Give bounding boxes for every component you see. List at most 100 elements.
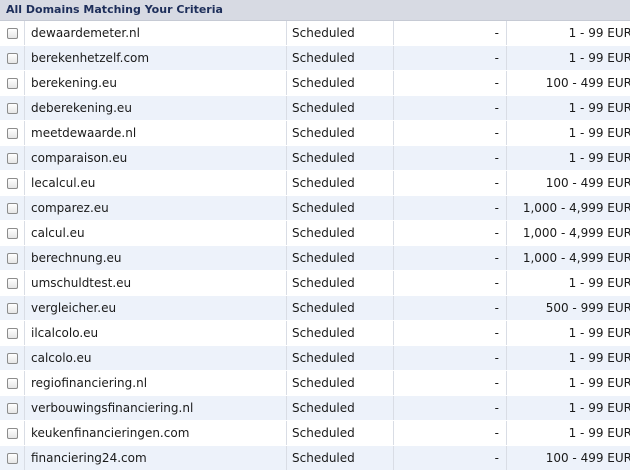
status-text: Scheduled	[286, 420, 394, 446]
empty-value: -	[393, 445, 507, 471]
row-checkbox-cell[interactable]	[0, 445, 25, 471]
empty-value: -	[393, 21, 507, 46]
domain-name: calcolo.eu	[24, 345, 287, 371]
table-row: verbouwingsfinanciering.nl Scheduled -1 - …	[0, 395, 630, 421]
row-checkbox[interactable]	[6, 78, 18, 89]
row-checkbox-cell[interactable]	[0, 420, 25, 446]
price-range: 1 - 99 EUR	[506, 270, 630, 296]
row-checkbox[interactable]	[6, 178, 18, 189]
row-checkbox[interactable]	[6, 453, 18, 464]
table-row: financiering24.com Scheduled -100 - 499 EU…	[0, 445, 630, 471]
price-range: 1 - 99 EUR	[506, 145, 630, 171]
price-range: 1,000 - 4,999 EUR	[506, 245, 630, 271]
price-range: 1 - 99 EUR	[506, 45, 630, 71]
row-checkbox[interactable]	[6, 203, 18, 214]
row-checkbox-cell[interactable]	[0, 270, 25, 296]
domains-panel: All Domains Matching Your Criteria dewaa…	[0, 0, 630, 471]
row-checkbox-cell[interactable]	[0, 295, 25, 321]
row-checkbox[interactable]	[6, 153, 18, 164]
status-text: Scheduled	[286, 220, 394, 246]
status-text: Scheduled	[286, 395, 394, 421]
table-row: regiofinanciering.nl Scheduled -1 - 99 EUR	[0, 370, 630, 396]
table-row: berekening.eu Scheduled -100 - 499 EUR	[0, 70, 630, 96]
row-checkbox-cell[interactable]	[0, 220, 25, 246]
status-text: Scheduled	[286, 345, 394, 371]
status-text: Scheduled	[286, 21, 394, 46]
empty-value: -	[393, 395, 507, 421]
row-checkbox-cell[interactable]	[0, 45, 25, 71]
status-text: Scheduled	[286, 270, 394, 296]
empty-value: -	[393, 170, 507, 196]
domain-name: berekenhetzelf.com	[24, 45, 287, 71]
empty-value: -	[393, 120, 507, 146]
empty-value: -	[393, 245, 507, 271]
row-checkbox[interactable]	[6, 403, 18, 414]
table-row: meetdewaarde.nl Scheduled -1 - 99 EUR	[0, 120, 630, 146]
price-range: 1,000 - 4,999 EUR	[506, 195, 630, 221]
panel-title: All Domains Matching Your Criteria	[0, 0, 630, 21]
status-text: Scheduled	[286, 120, 394, 146]
row-checkbox-cell[interactable]	[0, 395, 25, 421]
price-range: 1 - 99 EUR	[506, 345, 630, 371]
row-checkbox[interactable]	[6, 53, 18, 64]
status-text: Scheduled	[286, 70, 394, 96]
empty-value: -	[393, 270, 507, 296]
table-row: lecalcul.eu Scheduled -100 - 499 EUR	[0, 170, 630, 196]
domain-name: vergleicher.eu	[24, 295, 287, 321]
row-checkbox[interactable]	[6, 278, 18, 289]
row-checkbox-cell[interactable]	[0, 70, 25, 96]
row-checkbox-cell[interactable]	[0, 95, 25, 121]
price-range: 1,000 - 4,999 EUR	[506, 220, 630, 246]
domain-name: keukenfinancieringen.com	[24, 420, 287, 446]
row-checkbox-cell[interactable]	[0, 120, 25, 146]
domain-name: berechnung.eu	[24, 245, 287, 271]
status-text: Scheduled	[286, 245, 394, 271]
row-checkbox[interactable]	[6, 378, 18, 389]
row-checkbox[interactable]	[6, 103, 18, 114]
table-row: berekenhetzelf.com Scheduled -1 - 99 EUR	[0, 45, 630, 71]
domain-name: deberekening.eu	[24, 95, 287, 121]
empty-value: -	[393, 370, 507, 396]
table-row: berechnung.eu Scheduled -1,000 - 4,999 EUR	[0, 245, 630, 271]
table-row: calcul.eu Scheduled -1,000 - 4,999 EUR	[0, 220, 630, 246]
empty-value: -	[393, 195, 507, 221]
domain-name: calcul.eu	[24, 220, 287, 246]
table-row: calcolo.eu Scheduled -1 - 99 EUR	[0, 345, 630, 371]
row-checkbox-cell[interactable]	[0, 170, 25, 196]
price-range: 500 - 999 EUR	[506, 295, 630, 321]
status-text: Scheduled	[286, 295, 394, 321]
row-checkbox[interactable]	[6, 228, 18, 239]
domain-name: regiofinanciering.nl	[24, 370, 287, 396]
row-checkbox-cell[interactable]	[0, 21, 25, 46]
row-checkbox-cell[interactable]	[0, 145, 25, 171]
empty-value: -	[393, 45, 507, 71]
table-row: comparaison.eu Scheduled -1 - 99 EUR	[0, 145, 630, 171]
table-row: umschuldtest.eu Scheduled -1 - 99 EUR	[0, 270, 630, 296]
row-checkbox-cell[interactable]	[0, 370, 25, 396]
domain-name: dewaardemeter.nl	[24, 21, 287, 46]
row-checkbox[interactable]	[6, 253, 18, 264]
empty-value: -	[393, 145, 507, 171]
status-text: Scheduled	[286, 370, 394, 396]
row-checkbox-cell[interactable]	[0, 195, 25, 221]
row-checkbox-cell[interactable]	[0, 245, 25, 271]
price-range: 1 - 99 EUR	[506, 395, 630, 421]
table-row: vergleicher.eu Scheduled -500 - 999 EUR	[0, 295, 630, 321]
price-range: 1 - 99 EUR	[506, 370, 630, 396]
price-range: 1 - 99 EUR	[506, 120, 630, 146]
row-checkbox[interactable]	[6, 128, 18, 139]
row-checkbox[interactable]	[6, 328, 18, 339]
status-text: Scheduled	[286, 170, 394, 196]
table-row: deberekening.eu Scheduled -1 - 99 EUR	[0, 95, 630, 121]
price-range: 100 - 499 EUR	[506, 70, 630, 96]
domains-table-body: dewaardemeter.nl Scheduled -1 - 99 EUR bere…	[0, 21, 630, 471]
price-range: 1 - 99 EUR	[506, 420, 630, 446]
row-checkbox-cell[interactable]	[0, 320, 25, 346]
row-checkbox[interactable]	[6, 428, 18, 439]
row-checkbox[interactable]	[6, 303, 18, 314]
row-checkbox[interactable]	[6, 28, 18, 39]
price-range: 100 - 499 EUR	[506, 170, 630, 196]
row-checkbox-cell[interactable]	[0, 345, 25, 371]
domain-name: financiering24.com	[24, 445, 287, 471]
row-checkbox[interactable]	[6, 353, 18, 364]
